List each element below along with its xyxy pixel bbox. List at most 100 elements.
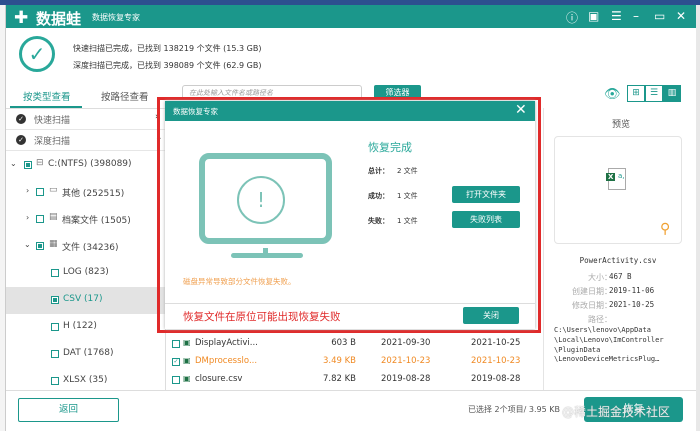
warning-text: 磁盘异常导致部分文件恢复失败。 (183, 277, 296, 286)
checkbox[interactable] (172, 340, 180, 348)
tab-by-type[interactable]: 按类型查看 (23, 89, 71, 103)
csv-file-icon: ▣ (183, 374, 191, 383)
file-modified: 2019-08-28 (471, 374, 521, 384)
alert-icon: ! (237, 176, 285, 224)
checkbox[interactable] (51, 269, 59, 277)
tree-label: 文件 (34236) (62, 243, 119, 253)
checkbox[interactable] (36, 215, 44, 223)
drive-icon: ⊟ (36, 158, 44, 168)
fail-stat: 失败： 1 文件 (368, 216, 418, 226)
chevron-right-icon[interactable]: › (26, 213, 29, 222)
document-icon: ▦ (49, 239, 58, 249)
menu-icon[interactable]: ☰ (611, 9, 622, 23)
file-modified: 2021-10-23 (471, 356, 521, 366)
success-stat: 成功： 1 文件 (368, 191, 418, 201)
chevron-down-icon[interactable]: ⌄ (10, 159, 17, 168)
total-stat: 总计： 2 文件 (368, 166, 418, 176)
file-name: DMprocesslo... (195, 356, 258, 366)
tree-label: H (122) (63, 321, 97, 331)
bottom-bar: 返回 已选择 2个项目/ 3.95 KB 恢复 @稀土掘金技术社区 (6, 390, 696, 431)
fail-label: 失败： (368, 217, 389, 225)
back-button[interactable]: 返回 (18, 398, 119, 422)
tree-item-other[interactable]: › ▭ 其他 (252515) (6, 179, 166, 206)
tree-item-dat[interactable]: DAT (1768) (6, 341, 166, 368)
file-size: 603 B (331, 338, 356, 348)
monitor-base (231, 253, 303, 258)
maximize-icon[interactable]: ▭ (654, 9, 665, 23)
checkbox[interactable] (24, 161, 32, 169)
size-label: 大小： (588, 273, 612, 282)
checkbox[interactable] (36, 188, 44, 196)
category-panel: ✓ 快速扫描 › ✓ 深度扫描 ⌄ ⌄ ⊟ C:(NTFS) (398089) … (6, 108, 166, 390)
created-label: 创建日期： (572, 287, 612, 296)
scan-deep[interactable]: ✓ 深度扫描 ⌄ (6, 130, 166, 151)
close-button[interactable]: 关闭 (463, 307, 519, 324)
selection-info: 已选择 2个项目/ 3.95 KB (468, 405, 560, 414)
view-tabs: 按类型查看 按路径查看 (6, 85, 166, 108)
modified-label: 修改日期： (572, 301, 612, 310)
deep-scan-summary: 深度扫描已完成，已找到 398089 个文件 (62.9 GB) (73, 61, 262, 70)
tree-item-documents[interactable]: ⌄ ▦ 文件 (34236) (6, 233, 166, 260)
tree-item-archives[interactable]: › ▤ 档案文件 (1505) (6, 206, 166, 233)
checkbox[interactable] (51, 296, 59, 304)
total-value: 2 文件 (397, 167, 418, 175)
preview-title: 预览 (611, 120, 630, 130)
created-value: 2019-11-06 (609, 286, 655, 295)
detail-view-button[interactable]: ▥ (663, 85, 681, 102)
tree-label: CSV (17) (63, 294, 103, 304)
annotation-note: 恢复文件在原位可能出现恢复失败 (183, 311, 341, 323)
csv-file-icon: ▣ (183, 338, 191, 347)
checkbox[interactable] (51, 323, 59, 331)
checkbox-checked[interactable]: ✓ (172, 358, 180, 366)
minimize-icon[interactable]: – (633, 9, 639, 23)
app-subtitle: 数据恢复专家 (92, 13, 140, 22)
tab-by-path[interactable]: 按路径查看 (101, 89, 149, 103)
file-created: 2021-09-30 (381, 338, 431, 348)
checkbox[interactable] (172, 376, 180, 384)
success-value: 1 文件 (397, 192, 418, 200)
recovery-dialog: 数据恢复专家 ✕ ! 恢复完成 总计： 2 文件 成功： 1 文件 失败： 1 文件 … (165, 101, 535, 329)
path-line: \LenovoDeviceMetricsPlug… (554, 355, 660, 363)
logo-text: 数据蛙 (36, 10, 82, 28)
tree-item-h[interactable]: H (122) (6, 314, 166, 341)
csv-file-icon: ▣ (183, 356, 191, 365)
file-name: DisplayActivi... (195, 338, 258, 348)
check-icon: ✓ (16, 135, 26, 145)
close-icon[interactable]: ✕ (515, 102, 527, 118)
grid-view-button[interactable]: ⊞ (627, 85, 645, 102)
file-row[interactable]: ✓ ▣ DMprocesslo... 3.49 KB 2021-10-23 20… (166, 353, 543, 371)
file-row[interactable]: ▣ closure.csv 7.82 KB 2019-08-28 2019-08… (166, 371, 543, 389)
checkbox[interactable] (51, 350, 59, 358)
chevron-down-icon[interactable]: ⌄ (24, 240, 31, 249)
help-icon[interactable]: ⓘ (566, 9, 578, 26)
check-circle-icon: ✓ (19, 36, 55, 72)
chevron-right-icon[interactable]: › (26, 186, 29, 195)
open-folder-button[interactable]: 打开文件夹 (452, 186, 520, 203)
tree-label: LOG (823) (63, 267, 109, 277)
check-icon: ✓ (16, 114, 26, 124)
dialog-titlebar: 数据恢复专家 ✕ (165, 101, 535, 121)
quick-scan-summary: 快速扫描已完成，已找到 138219 个文件 (15.3 GB) (73, 44, 262, 53)
list-view-button[interactable]: ☰ (645, 85, 663, 102)
eye-icon[interactable]: 👁 (604, 87, 621, 102)
scan-quick[interactable]: ✓ 快速扫描 › (6, 109, 166, 130)
path-line: \Local\Lenovo\ImController (554, 336, 664, 344)
fail-list-button[interactable]: 失败列表 (452, 211, 520, 228)
close-icon[interactable]: ✕ (676, 9, 686, 23)
divider (543, 108, 544, 390)
dialog-title: 数据恢复专家 (173, 107, 218, 116)
fail-value: 1 文件 (397, 217, 418, 225)
save-icon[interactable]: ▣ (588, 9, 599, 23)
checkbox[interactable] (51, 377, 59, 385)
tree-item-c-drive[interactable]: ⌄ ⊟ C:(NTFS) (398089) (6, 152, 166, 179)
file-size: 7.82 KB (322, 374, 356, 384)
magnifier-icon[interactable]: ⚲ (660, 221, 670, 237)
scan-label: 深度扫描 (34, 137, 71, 147)
tree-label: C:(NTFS) (398089) (48, 159, 132, 169)
tree-item-log[interactable]: LOG (823) (6, 260, 166, 287)
tree-label: XLSX (35) (63, 375, 108, 385)
file-row[interactable]: ▣ DisplayActivi... 603 B 2021-09-30 2021… (166, 335, 543, 353)
tree-label: 其他 (252515) (62, 189, 125, 199)
checkbox[interactable] (36, 242, 44, 250)
tree-item-csv[interactable]: CSV (17) (6, 287, 166, 314)
